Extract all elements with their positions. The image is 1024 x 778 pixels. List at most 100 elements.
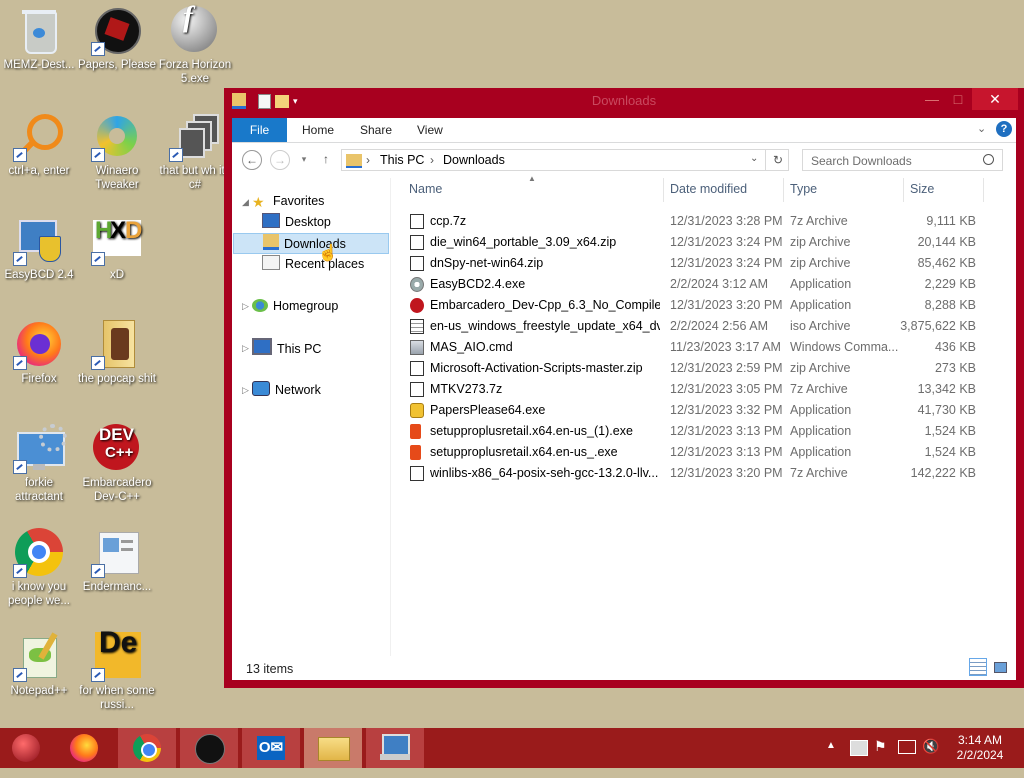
archive-icon: [410, 382, 424, 397]
desktop-icon-winaero[interactable]: Winaero Tweaker: [78, 112, 156, 192]
file-name: setupproplusretail.x64.en-us_(1).exe: [430, 424, 633, 438]
desktop-icon-popcap[interactable]: the popcap shit: [78, 320, 156, 386]
show-hidden-icons-button[interactable]: ▲: [826, 740, 836, 754]
taskbar-firefox[interactable]: [56, 728, 114, 768]
start-button[interactable]: [0, 728, 58, 768]
ribbon-expand-button[interactable]: ⌄: [977, 122, 986, 135]
file-row[interactable]: MAS_AIO.cmd 11/23/2023 3:17 AM Windows C…: [408, 337, 988, 358]
file-explorer-icon: [318, 737, 350, 761]
desktop-icon-label: Winaero Tweaker: [95, 165, 139, 191]
desktop-icon-notepadpp[interactable]: Notepad++: [0, 632, 78, 698]
desktop-icon-forkie[interactable]: forkie attractant: [0, 424, 78, 504]
column-separator[interactable]: [983, 178, 984, 202]
taskbar-file-explorer[interactable]: [304, 728, 362, 768]
clock[interactable]: 3:14 AM 2/2/2024: [944, 733, 1016, 763]
nav-favorites[interactable]: ★ Favorites: [252, 191, 324, 212]
tab-file[interactable]: File: [232, 118, 287, 142]
file-row[interactable]: ccp.7z 12/31/2023 3:28 PM 7z Archive 9,1…: [408, 211, 988, 232]
desktop-icon-for-when[interactable]: De for when some russi...: [78, 628, 156, 712]
help-icon[interactable]: ?: [996, 121, 1012, 137]
column-header-type[interactable]: Type: [790, 182, 817, 196]
expand-arrow-icon[interactable]: ◢: [242, 197, 249, 208]
nav-label: Favorites: [273, 194, 325, 208]
desktop-icon-endermanc[interactable]: Endermanc...: [78, 528, 156, 594]
file-row[interactable]: en-us_windows_freestyle_update_x64_dv...…: [408, 316, 988, 337]
minimize-button[interactable]: —: [920, 88, 944, 110]
file-row[interactable]: dnSpy-net-win64.zip 12/31/2023 3:24 PM z…: [408, 253, 988, 274]
search-box[interactable]: [802, 149, 1003, 171]
flag-icon[interactable]: ⚑: [874, 738, 887, 778]
breadcrumb-this-pc[interactable]: This PC: [380, 153, 424, 167]
refresh-button[interactable]: ↻: [765, 149, 790, 171]
file-row[interactable]: setupproplusretail.x64.en-us_.exe 12/31/…: [408, 442, 988, 463]
column-header-name[interactable]: Name: [409, 182, 442, 196]
desktop-icon-memz[interactable]: MEMZ-Dest...: [0, 6, 78, 72]
taskbar-papers-please[interactable]: [180, 728, 238, 768]
tab-home[interactable]: Home: [302, 118, 334, 142]
desktop-icon-that-but-wh[interactable]: that but wh its c#: [156, 112, 234, 192]
file-name: ccp.7z: [430, 214, 467, 228]
search-icon[interactable]: [983, 154, 994, 165]
desktop-icon-label: Papers, Please: [78, 59, 156, 71]
close-button[interactable]: ✕: [972, 88, 1018, 110]
file-name: EasyBCD2.4.exe: [430, 277, 526, 291]
nav-this-pc[interactable]: This PC: [252, 338, 321, 359]
address-bar[interactable]: › This PC › Downloads ⌄: [341, 149, 789, 171]
desktop-icon-xd[interactable]: H X D xD: [78, 216, 156, 282]
column-separator[interactable]: [663, 178, 664, 202]
pane-divider[interactable]: [390, 178, 391, 656]
expand-arrow-icon[interactable]: ▷: [242, 301, 249, 312]
network-status-icon[interactable]: [898, 740, 916, 754]
taskbar-chrome[interactable]: [118, 728, 176, 768]
forward-button[interactable]: →: [270, 150, 290, 170]
maximize-button[interactable]: □: [946, 88, 970, 110]
file-row[interactable]: Embarcadero_Dev-Cpp_6.3_No_Compiler... 1…: [408, 295, 988, 316]
control-panel-icon: [382, 734, 410, 756]
nav-network[interactable]: Network: [252, 380, 321, 401]
desktop-icon-easybcd[interactable]: EasyBCD 2.4: [0, 216, 78, 282]
column-separator[interactable]: [783, 178, 784, 202]
search-input[interactable]: [809, 153, 983, 169]
file-row[interactable]: EasyBCD2.4.exe 2/2/2024 3:12 AM Applicat…: [408, 274, 988, 295]
recent-locations-chevron-icon[interactable]: ▾: [294, 150, 314, 170]
nav-recent-places[interactable]: Recent places: [262, 254, 364, 275]
taskbar-control-panel[interactable]: [366, 728, 424, 768]
column-separator[interactable]: [903, 178, 904, 202]
back-button[interactable]: ←: [242, 150, 262, 170]
desktop-icon-i-know-you[interactable]: i know you people we...: [0, 528, 78, 608]
taskbar-outlook[interactable]: O✉: [242, 728, 300, 768]
tab-share[interactable]: Share: [360, 118, 392, 142]
desktop-icon-papers-please[interactable]: Papers, Please: [78, 6, 156, 72]
column-header-date[interactable]: Date modified: [670, 182, 747, 196]
file-row[interactable]: PapersPlease64.exe 12/31/2023 3:32 PM Ap…: [408, 400, 988, 421]
desktop-icon-firefox[interactable]: Firefox: [0, 320, 78, 386]
column-header-size[interactable]: Size: [910, 182, 934, 196]
desktop-icon-embarcadero[interactable]: DEV C++ Embarcadero Dev-C++: [78, 424, 156, 504]
expand-arrow-icon[interactable]: ▷: [242, 385, 249, 396]
volume-muted-icon[interactable]: 🔇: [922, 738, 939, 778]
desktop-icon-label: Notepad++: [10, 685, 68, 697]
expand-arrow-icon[interactable]: ▷: [242, 343, 249, 354]
file-type: zip Archive: [790, 256, 851, 270]
nav-downloads[interactable]: Downloads: [233, 233, 389, 254]
details-view-icon[interactable]: [969, 658, 987, 676]
file-row[interactable]: winlibs-x86_64-posix-seh-gcc-13.2.0-llv.…: [408, 463, 988, 484]
desktop-icon-ctrl-a[interactable]: ctrl+a, enter: [0, 112, 78, 178]
nav-desktop[interactable]: Desktop: [262, 212, 331, 233]
file-row[interactable]: Microsoft-Activation-Scripts-master.zip …: [408, 358, 988, 379]
desktop-icon-label: Embarcadero Dev-C++: [82, 477, 152, 503]
large-icons-view-icon[interactable]: [991, 658, 1009, 676]
devcpp-icon: DEV C++: [93, 424, 141, 472]
up-button[interactable]: ↑: [316, 150, 336, 170]
file-row[interactable]: setupproplusretail.x64.en-us_(1).exe 12/…: [408, 421, 988, 442]
tab-view[interactable]: View: [417, 118, 443, 142]
file-row[interactable]: MTKV273.7z 12/31/2023 3:05 PM 7z Archive…: [408, 379, 988, 400]
action-center-icon[interactable]: [850, 740, 868, 756]
breadcrumb-downloads[interactable]: Downloads: [443, 153, 505, 167]
nav-homegroup[interactable]: Homegroup: [252, 296, 338, 317]
file-size: 142,222 KB: [910, 466, 976, 480]
desktop-icon-forza[interactable]: f Forza Horizon 5.exe: [156, 2, 234, 86]
title-bar[interactable]: ▾ Downloads — □ ✕: [224, 88, 1024, 112]
file-row[interactable]: die_win64_portable_3.09_x64.zip 12/31/20…: [408, 232, 988, 253]
address-dropdown-chevron-icon[interactable]: ⌄: [750, 153, 758, 164]
